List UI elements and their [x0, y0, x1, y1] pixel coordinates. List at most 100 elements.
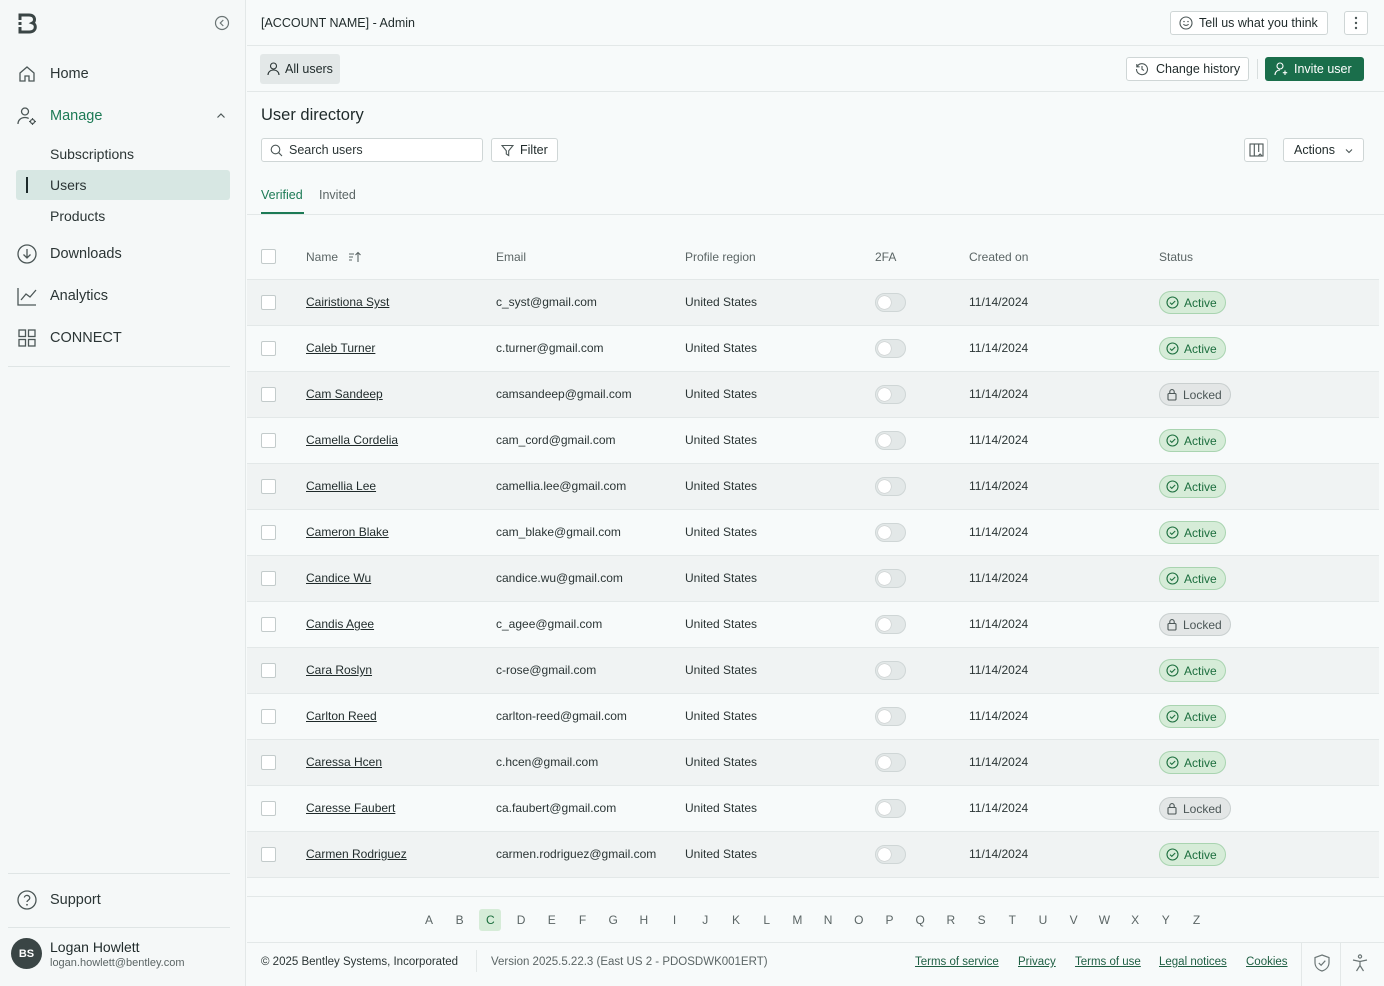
2fa-toggle[interactable]	[875, 615, 906, 634]
more-options-icon[interactable]	[1344, 11, 1368, 35]
user-name-link[interactable]: Camellia Lee	[306, 479, 376, 493]
alphabet-letter-l[interactable]: L	[756, 909, 778, 931]
nav-users[interactable]: Users	[16, 170, 230, 200]
link-privacy[interactable]: Privacy	[1018, 956, 1056, 968]
2fa-toggle[interactable]	[875, 339, 906, 358]
table-row[interactable]: Caressa Hcen c.hcen@gmail.com United State…	[247, 740, 1379, 786]
2fa-toggle[interactable]	[875, 385, 906, 404]
user-name-link[interactable]: Cameron Blake	[306, 525, 389, 539]
user-profile[interactable]: BS Logan Howlett logan.howlett@bentley.c…	[11, 938, 184, 969]
alphabet-letter-u[interactable]: U	[1032, 909, 1054, 931]
tab-verified[interactable]: Verified	[261, 188, 303, 202]
collapse-sidebar-icon[interactable]	[214, 15, 230, 31]
all-users-tab[interactable]: All users	[260, 54, 340, 84]
alphabet-letter-c[interactable]: C	[479, 909, 502, 931]
alphabet-letter-s[interactable]: S	[971, 909, 993, 931]
2fa-toggle[interactable]	[875, 707, 906, 726]
alphabet-letter-y[interactable]: Y	[1155, 909, 1177, 931]
user-name-link[interactable]: Cara Roslyn	[306, 663, 372, 677]
user-name-link[interactable]: Cam Sandeep	[306, 387, 383, 401]
shield-icon[interactable]	[1312, 953, 1332, 973]
nav-home[interactable]: Home	[16, 59, 230, 89]
alphabet-letter-e[interactable]: E	[541, 909, 563, 931]
user-name-link[interactable]: Candice Wu	[306, 571, 371, 585]
row-checkbox[interactable]	[261, 295, 276, 310]
tab-invited[interactable]: Invited	[319, 188, 356, 202]
alphabet-letter-g[interactable]: G	[602, 909, 624, 931]
column-header-region[interactable]: Profile region	[685, 250, 756, 264]
alphabet-letter-o[interactable]: O	[848, 909, 870, 931]
row-checkbox[interactable]	[261, 663, 276, 678]
alphabet-letter-z[interactable]: Z	[1186, 909, 1208, 931]
column-header-created[interactable]: Created on	[969, 250, 1028, 264]
invite-user-button[interactable]: Invite user	[1265, 57, 1364, 81]
alphabet-letter-j[interactable]: J	[694, 909, 716, 931]
user-name-link[interactable]: Candis Agee	[306, 617, 374, 631]
alphabet-letter-i[interactable]: I	[664, 909, 686, 931]
bentley-logo-icon[interactable]	[17, 13, 39, 35]
2fa-toggle[interactable]	[875, 293, 906, 312]
filter-button[interactable]: Filter	[491, 138, 558, 162]
actions-dropdown[interactable]: Actions	[1283, 138, 1364, 162]
row-checkbox[interactable]	[261, 709, 276, 724]
nav-products[interactable]: Products	[16, 201, 230, 231]
nav-manage[interactable]: Manage	[16, 101, 230, 131]
nav-analytics[interactable]: Analytics	[16, 281, 230, 311]
nav-downloads[interactable]: Downloads	[16, 239, 230, 269]
2fa-toggle[interactable]	[875, 661, 906, 680]
alphabet-letter-h[interactable]: H	[633, 909, 655, 931]
nav-subscriptions[interactable]: Subscriptions	[16, 139, 230, 169]
2fa-toggle[interactable]	[875, 753, 906, 772]
alphabet-letter-v[interactable]: V	[1063, 909, 1085, 931]
nav-support[interactable]: Support	[16, 885, 230, 915]
change-history-button[interactable]: Change history	[1126, 57, 1249, 81]
row-checkbox[interactable]	[261, 571, 276, 586]
columns-settings-icon[interactable]	[1244, 138, 1268, 162]
alphabet-letter-b[interactable]: B	[449, 909, 471, 931]
row-checkbox[interactable]	[261, 755, 276, 770]
link-legal-notices[interactable]: Legal notices	[1159, 956, 1227, 968]
row-checkbox[interactable]	[261, 847, 276, 862]
alphabet-letter-f[interactable]: F	[572, 909, 594, 931]
user-name-link[interactable]: Carlton Reed	[306, 709, 377, 723]
column-header-2fa[interactable]: 2FA	[875, 250, 896, 264]
alphabet-letter-a[interactable]: A	[418, 909, 440, 931]
link-cookies[interactable]: Cookies	[1246, 956, 1288, 968]
row-checkbox[interactable]	[261, 341, 276, 356]
row-checkbox[interactable]	[261, 387, 276, 402]
column-header-status[interactable]: Status	[1159, 250, 1193, 264]
table-row[interactable]: Caresse Faubert ca.faubert@gmail.com Unite…	[247, 786, 1379, 832]
table-row[interactable]: Cairistiona Syst c_syst@gmail.com United S…	[247, 280, 1379, 326]
alphabet-letter-n[interactable]: N	[817, 909, 839, 931]
accessibility-icon[interactable]	[1350, 953, 1370, 973]
alphabet-letter-r[interactable]: R	[940, 909, 962, 931]
alphabet-letter-t[interactable]: T	[1001, 909, 1023, 931]
row-checkbox[interactable]	[261, 801, 276, 816]
table-row[interactable]: Candice Wu candice.wu@gmail.com United Sta…	[247, 556, 1379, 602]
table-row[interactable]: Cam Sandeep camsandeep@gmail.com United St…	[247, 372, 1379, 418]
user-name-link[interactable]: Camella Cordelia	[306, 433, 398, 447]
feedback-button[interactable]: Tell us what you think	[1170, 11, 1328, 35]
alphabet-letter-k[interactable]: K	[725, 909, 747, 931]
user-name-link[interactable]: Caleb Turner	[306, 341, 375, 355]
table-row[interactable]: Caleb Turner c.turner@gmail.com United Sta…	[247, 326, 1379, 372]
2fa-toggle[interactable]	[875, 569, 906, 588]
row-checkbox[interactable]	[261, 617, 276, 632]
select-all-checkbox[interactable]	[261, 249, 276, 264]
2fa-toggle[interactable]	[875, 845, 906, 864]
user-name-link[interactable]: Carmen Rodriguez	[306, 847, 407, 861]
link-terms-of-service[interactable]: Terms of service	[915, 956, 999, 968]
2fa-toggle[interactable]	[875, 431, 906, 450]
chevron-up-icon[interactable]	[216, 111, 226, 121]
table-row[interactable]: Cameron Blake cam_blake@gmail.com United S…	[247, 510, 1379, 556]
alphabet-letter-m[interactable]: M	[786, 909, 808, 931]
link-terms-of-use[interactable]: Terms of use	[1075, 956, 1141, 968]
alphabet-letter-x[interactable]: X	[1124, 909, 1146, 931]
alphabet-letter-w[interactable]: W	[1093, 909, 1115, 931]
table-row[interactable]: Candis Agee c_agee@gmail.com United States…	[247, 602, 1379, 648]
row-checkbox[interactable]	[261, 525, 276, 540]
table-row[interactable]: Carlton Reed carlton-reed@gmail.com United…	[247, 694, 1379, 740]
2fa-toggle[interactable]	[875, 477, 906, 496]
row-checkbox[interactable]	[261, 433, 276, 448]
row-checkbox[interactable]	[261, 479, 276, 494]
